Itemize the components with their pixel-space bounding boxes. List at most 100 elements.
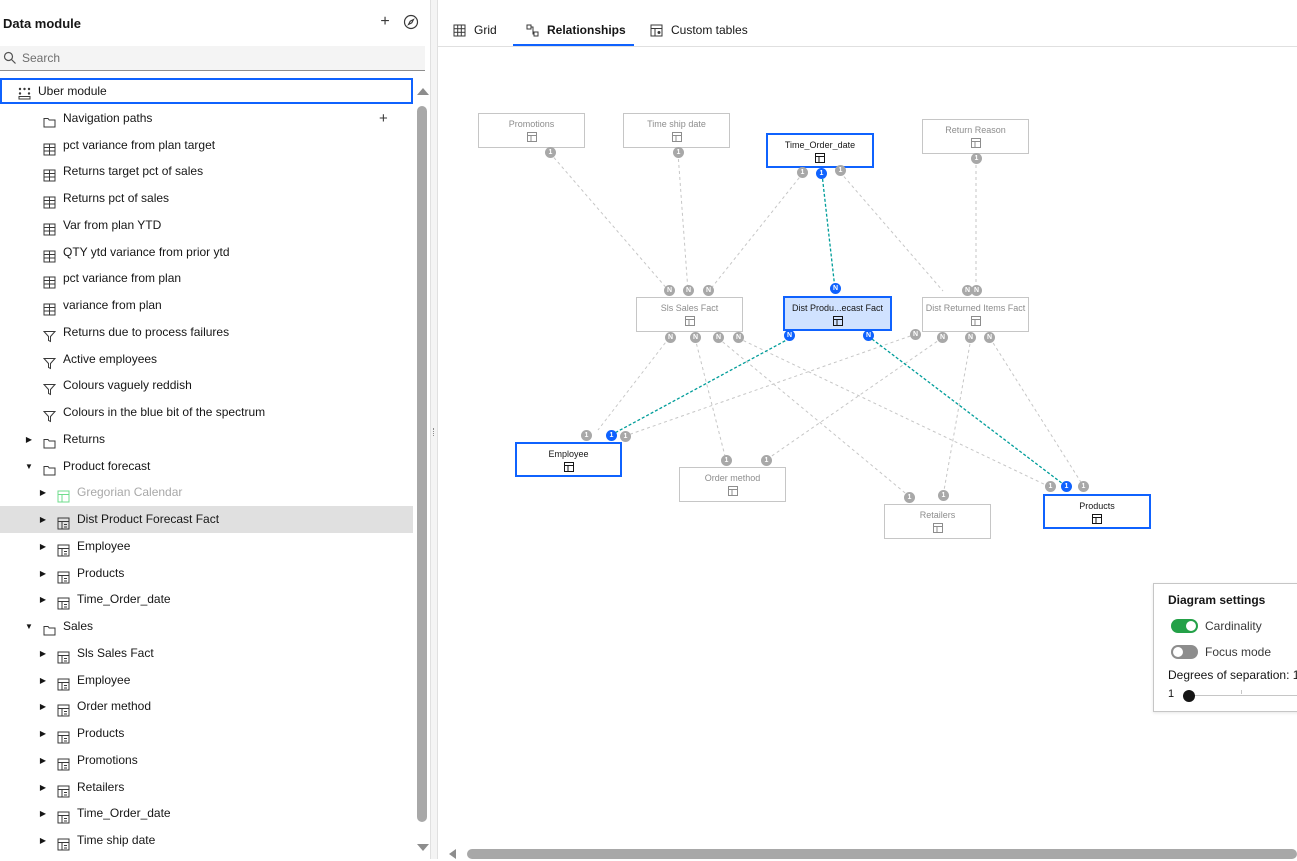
chevron-right-icon[interactable]: ▶: [38, 506, 48, 533]
add-icon[interactable]: +: [379, 105, 388, 132]
tree-item[interactable]: ▶ Employee: [0, 667, 413, 694]
table-icon: [727, 486, 738, 496]
degrees-slider-track[interactable]: [1188, 695, 1297, 696]
add-icon[interactable]: +: [377, 13, 393, 31]
cardinality-badge: 1: [1078, 481, 1089, 492]
scroll-down-icon[interactable]: [417, 844, 429, 851]
tree-item[interactable]: ▶ Dist Product Forecast Fact: [0, 506, 413, 533]
diagram-node-distprod[interactable]: Dist Produ...ecast Fact: [783, 296, 892, 331]
cardinality-badge: N: [910, 329, 921, 340]
cardinality-badge: 1: [1061, 481, 1072, 492]
tree-item-label: QTY ytd variance from prior ytd: [63, 244, 230, 259]
chevron-right-icon[interactable]: ▶: [38, 747, 48, 774]
compass-icon[interactable]: [403, 14, 419, 30]
relationship-diagram[interactable]: Promotions Time ship date Time_Order_date R…: [438, 47, 1297, 847]
diagram-node-timeorder[interactable]: Time_Order_date: [766, 133, 874, 168]
tree-item[interactable]: Navigation paths +: [0, 105, 413, 132]
tree-item[interactable]: pct variance from plan: [0, 265, 413, 292]
focus-mode-toggle[interactable]: [1171, 645, 1198, 659]
tree-item[interactable]: Returns due to process failures: [0, 319, 413, 346]
tree-item[interactable]: Colours in the blue bit of the spectrum: [0, 399, 413, 426]
diagram-node-timeship[interactable]: Time ship date: [623, 113, 730, 148]
tree-item[interactable]: ▶ Retailers: [0, 774, 413, 801]
diagram-node-returnreason[interactable]: Return Reason: [922, 119, 1029, 154]
chevron-down-icon[interactable]: ▼: [24, 613, 34, 640]
splitter-grip[interactable]: [433, 428, 435, 436]
cardinality-badge: 1: [761, 455, 772, 466]
tab-relationships[interactable]: Relationships: [513, 16, 634, 46]
tree-item[interactable]: Returns target pct of sales: [0, 158, 413, 185]
diagram-node-distreturned[interactable]: Dist Returned Items Fact: [922, 297, 1029, 332]
chevron-right-icon[interactable]: ▶: [38, 586, 48, 613]
search-input[interactable]: [22, 48, 417, 68]
tree-item-label: Returns due to process failures: [63, 324, 230, 339]
toggle-knob: [1173, 647, 1183, 657]
chevron-right-icon[interactable]: ▶: [38, 667, 48, 694]
tree-item[interactable]: ▼ Sales: [0, 613, 413, 640]
chevron-right-icon[interactable]: ▶: [24, 426, 34, 453]
chevron-right-icon[interactable]: ▶: [38, 800, 48, 827]
chevron-right-icon[interactable]: ▶: [38, 827, 48, 854]
tree-item[interactable]: Var from plan YTD: [0, 212, 413, 239]
chevron-right-icon[interactable]: ▶: [38, 533, 48, 560]
tree-item[interactable]: QTY ytd variance from prior ytd: [0, 239, 413, 266]
tree-item[interactable]: ▶ Promotions: [0, 747, 413, 774]
tree-item[interactable]: ▼ Product forecast: [0, 453, 413, 480]
chevron-right-icon[interactable]: ▶: [38, 774, 48, 801]
panel-header: Data module +: [0, 0, 430, 46]
diagram-node-promotions[interactable]: Promotions: [478, 113, 585, 148]
node-label: Promotions: [508, 119, 555, 129]
tab-grid[interactable]: Grid: [453, 16, 503, 46]
panel-title: Data module: [3, 16, 82, 31]
tree-item[interactable]: ▶ Time_Order_date: [0, 586, 413, 613]
tree-item[interactable]: Colours vaguely reddish: [0, 372, 413, 399]
tree-item[interactable]: ▶ Order method: [0, 693, 413, 720]
panel-splitter[interactable]: [430, 0, 438, 859]
link-sls-products: [737, 337, 1051, 488]
vertical-scrollbar[interactable]: [415, 80, 429, 859]
chevron-right-icon[interactable]: ▶: [38, 720, 48, 747]
tree-item-label: Employee: [77, 672, 131, 687]
tree-item[interactable]: ▶ Returns: [0, 426, 413, 453]
diagram-node-ordermethod[interactable]: Order method: [679, 467, 786, 502]
tree-item[interactable]: ▶ Sls Sales Fact: [0, 640, 413, 667]
tree-item[interactable]: variance from plan: [0, 292, 413, 319]
tree-item[interactable]: pct variance from plan target: [0, 132, 413, 159]
tree-item-label: Returns target pct of sales: [63, 164, 204, 179]
tree-item[interactable]: ▶ Gregorian Calendar: [0, 479, 413, 506]
grid-icon: [453, 24, 466, 37]
tree-item[interactable]: Uber module: [0, 78, 413, 104]
scrollbar-thumb[interactable]: [467, 849, 1297, 859]
cardinality-toggle[interactable]: [1171, 619, 1198, 633]
scroll-up-icon[interactable]: [417, 88, 429, 95]
diagram-node-employee[interactable]: Employee: [515, 442, 622, 477]
chevron-down-icon[interactable]: ▼: [24, 453, 34, 480]
toggle-knob: [1186, 621, 1196, 631]
diagram-node-products[interactable]: Products: [1043, 494, 1151, 529]
cardinality-badge: 1: [581, 430, 592, 441]
tab-custom-tables[interactable]: Custom tables: [650, 16, 750, 46]
calculation-icon: [43, 272, 56, 289]
node-label: Products: [1079, 501, 1115, 511]
horizontal-scrollbar[interactable]: [438, 847, 1297, 859]
scroll-left-icon[interactable]: [449, 849, 456, 859]
degrees-slider-handle[interactable]: [1183, 690, 1195, 702]
folder-icon: [43, 620, 56, 636]
tree-item[interactable]: Active employees: [0, 346, 413, 373]
tree-item[interactable]: ▶ Products: [0, 560, 413, 587]
chevron-right-icon[interactable]: ▶: [38, 640, 48, 667]
tree-item[interactable]: ▶ Time_Order_date: [0, 800, 413, 827]
tree-item[interactable]: ▶ Employee: [0, 533, 413, 560]
tree-item[interactable]: ▶ Time ship date: [0, 827, 413, 854]
tree-item[interactable]: Returns pct of sales: [0, 185, 413, 212]
chevron-right-icon[interactable]: ▶: [38, 479, 48, 506]
chevron-right-icon[interactable]: ▶: [38, 560, 48, 587]
tree-item[interactable]: ▶ Products: [0, 720, 413, 747]
tree-item-label: Employee: [77, 538, 131, 553]
scrollbar-thumb[interactable]: [417, 106, 427, 822]
diagram-node-retailers[interactable]: Retailers: [884, 504, 991, 539]
diagram-node-slssales[interactable]: Sls Sales Fact: [636, 297, 743, 332]
cardinality-badge: N: [664, 285, 675, 296]
tree-item-label: Products: [77, 565, 125, 580]
chevron-right-icon[interactable]: ▶: [38, 693, 48, 720]
